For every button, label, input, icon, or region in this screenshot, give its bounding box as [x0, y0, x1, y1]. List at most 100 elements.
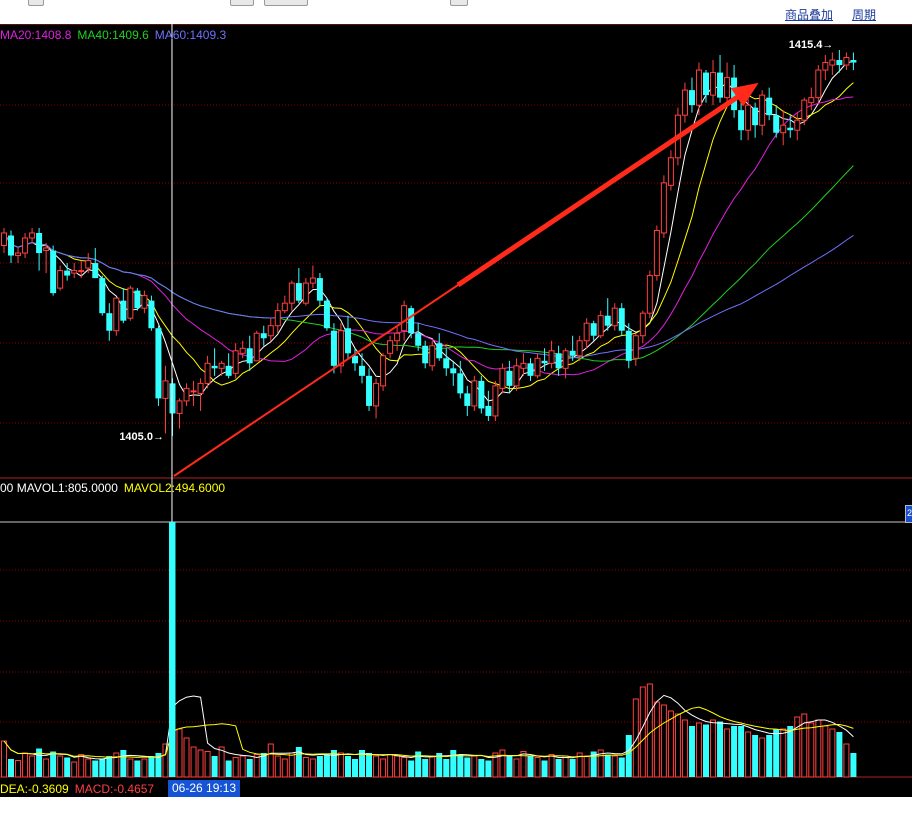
low-price-label: 1405.0→	[119, 431, 164, 443]
volume-bar	[134, 760, 141, 777]
candle-body	[576, 340, 583, 357]
toolbar-button-fragment[interactable]	[264, 0, 308, 6]
volume-bar	[745, 731, 752, 778]
candle-body	[534, 357, 541, 377]
trend-arrow-shaft-thick	[456, 91, 744, 288]
candle-body	[773, 115, 780, 133]
mavol2-line	[3, 706, 854, 759]
high-price-label: 1415.4→	[789, 39, 834, 51]
candle-body	[302, 282, 309, 304]
candle-body	[36, 232, 43, 254]
candle-body	[204, 362, 211, 384]
volume-bar	[822, 725, 829, 778]
candle-body	[836, 60, 843, 66]
volume-bar	[352, 759, 358, 777]
candle-body	[344, 328, 351, 354]
candle-body	[57, 270, 64, 289]
ma-legend: MA20:1408.8 MA40:1409.6 MA60:1409.3	[0, 28, 232, 42]
volume-bar	[190, 746, 197, 778]
mavol1-label: MAVOL1:805.0000	[16, 481, 118, 495]
toolbar-button-fragment[interactable]	[230, 0, 254, 6]
ma40-label: MA40:1409.6	[77, 28, 149, 42]
volume-bar	[141, 758, 148, 778]
volume-bar	[267, 743, 274, 778]
volume-bar	[457, 754, 464, 777]
volume-bar	[752, 735, 759, 777]
volume-bar	[57, 755, 64, 778]
candle-body	[260, 333, 267, 339]
candle-body	[478, 380, 485, 409]
volume-bar	[29, 755, 36, 778]
candle-body	[281, 302, 288, 312]
volume-bar	[646, 683, 653, 778]
candle-body	[85, 260, 92, 269]
volume-bar	[1, 740, 7, 778]
volume-bar	[717, 721, 724, 777]
candle-body	[710, 72, 717, 96]
volume-bars	[1, 522, 857, 778]
candle-body	[352, 355, 358, 364]
candle-body	[253, 332, 260, 362]
candle-body	[724, 77, 731, 99]
candle-body	[583, 322, 590, 342]
candle-body	[267, 325, 274, 337]
volume-average-lines	[3, 694, 854, 760]
candle-body	[457, 373, 464, 394]
candle-body	[387, 340, 394, 354]
candle-body	[794, 119, 801, 131]
candle-body	[499, 367, 506, 389]
candle-body	[15, 252, 22, 257]
moving-average-lines	[3, 61, 854, 402]
candle-body	[78, 270, 85, 273]
candle-body	[183, 387, 190, 402]
candle-body	[695, 69, 702, 106]
candle-body	[520, 362, 527, 369]
volume-bar	[380, 758, 387, 778]
volume-bar	[471, 755, 478, 778]
candle-body	[211, 365, 218, 369]
volume-bar	[316, 756, 323, 777]
candle-body	[106, 313, 113, 331]
candle-body	[541, 360, 548, 364]
volume-bar	[408, 760, 415, 777]
candle-body	[295, 283, 302, 301]
candle-body	[590, 323, 597, 336]
toolbar-button-fragment[interactable]	[28, 0, 44, 6]
kline-chart[interactable]: 1405.0→ 1415.4→	[0, 24, 912, 797]
volume-bar	[344, 756, 351, 777]
toolbar-button-fragment[interactable]	[450, 0, 468, 6]
candle-body	[239, 347, 246, 354]
candle-body	[548, 350, 555, 364]
panel-scroll-marker[interactable]: 2	[905, 505, 912, 523]
candle-body	[787, 127, 794, 131]
volume-legend: 00 MAVOL1:805.0000 MAVOL2:494.6000	[0, 481, 231, 495]
volume-bar	[176, 728, 183, 778]
volume-bar	[836, 732, 843, 777]
overlay-button[interactable]: 商品叠加	[785, 6, 833, 23]
ma20-label: MA20:1408.8	[0, 28, 72, 42]
volume-bar	[667, 710, 674, 778]
volume-bar	[562, 755, 569, 778]
candle-body	[766, 97, 773, 116]
candle-body	[738, 110, 745, 131]
volume-bar	[660, 704, 667, 778]
candle-body	[562, 350, 569, 369]
volume-bar	[808, 722, 815, 778]
volume-bar	[281, 758, 288, 778]
volume-bar	[541, 760, 548, 777]
volume-bar	[843, 743, 850, 778]
volume-bar	[85, 758, 92, 778]
candle-body	[1, 232, 7, 247]
candle-body	[148, 300, 155, 329]
volume-bar	[583, 755, 590, 778]
volume-bar	[50, 751, 57, 777]
volume-bar	[204, 751, 211, 778]
candle-body	[64, 270, 71, 276]
macd-label: MACD:-0.4657	[74, 782, 155, 796]
candle-body	[850, 60, 857, 63]
candle-body	[127, 287, 134, 319]
period-button[interactable]: 周期	[852, 6, 876, 23]
candle-body	[120, 300, 127, 321]
volume-bar	[373, 755, 380, 778]
candle-body	[359, 365, 366, 376]
